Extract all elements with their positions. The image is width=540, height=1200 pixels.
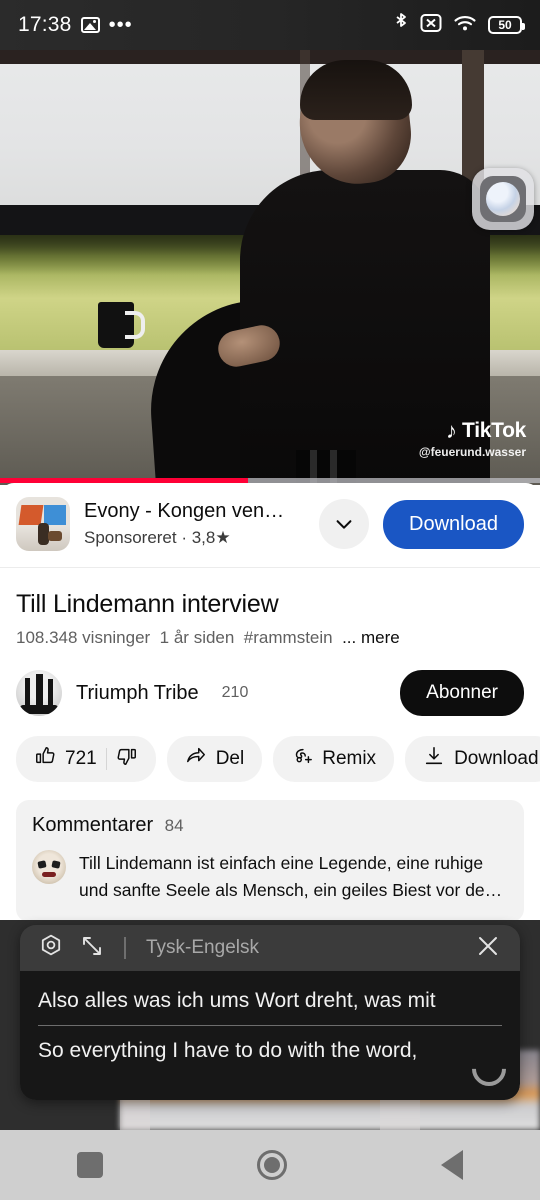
more-notifications-icon: •••: [108, 14, 133, 36]
download-icon: [423, 745, 445, 773]
no-sim-icon: [420, 13, 442, 38]
comments-title: Kommentarer: [32, 814, 154, 836]
home-circle-icon[interactable]: [257, 1150, 287, 1180]
video-scene-mug: [98, 302, 145, 348]
video-metadata[interactable]: 108.348 visninger 1 år siden #rammstein …: [0, 619, 540, 648]
share-label: Del: [215, 748, 245, 769]
download-label: Download: [454, 748, 539, 769]
ad-banner[interactable]: Evony - Kongen ven… Sponsoreret · 3,8★ D…: [0, 483, 540, 568]
upload-age: 1 år siden: [159, 628, 235, 647]
ad-title: Evony - Kongen ven…: [84, 500, 285, 522]
view-count: 108.348 visninger: [16, 628, 151, 647]
page-title[interactable]: Till Lindemann interview: [0, 568, 540, 619]
comments-header-row: Kommentarer 84: [32, 814, 508, 837]
subscribe-button[interactable]: Abonner: [400, 670, 524, 716]
channel-row[interactable]: Triumph Tribe 210 Abonner: [0, 648, 540, 716]
share-chip[interactable]: Del: [166, 736, 263, 782]
top-comment-row[interactable]: Till Lindemann ist einfach eine Legende,…: [32, 850, 508, 904]
subscriber-count: 210: [221, 684, 249, 701]
tiktok-brand-label: TikTok: [462, 419, 526, 442]
clock: 17:38: [18, 13, 72, 36]
tiktok-watermark: ♪ TikTok @feuerund.wasser: [419, 419, 526, 459]
status-bar-right: 50: [393, 12, 525, 39]
video-scene-ceiling: [0, 50, 540, 64]
video-player[interactable]: ♪ TikTok @feuerund.wasser: [0, 50, 540, 485]
phone-screen: 17:38 ••• 50 ♪ TikTok @feuerund.wasser E…: [0, 0, 540, 1200]
caption-separator: [38, 1025, 502, 1026]
tiktok-note-icon: ♪: [446, 418, 458, 443]
back-triangle-icon[interactable]: [441, 1150, 463, 1180]
hex-gear-icon[interactable]: [38, 933, 64, 964]
remix-icon: [291, 745, 313, 773]
assistant-bubble-inner: [480, 176, 526, 222]
caption-panel-tail: [20, 1082, 520, 1100]
status-bar: 17:38 ••• 50: [0, 0, 540, 50]
remix-chip[interactable]: Remix: [273, 736, 395, 782]
recents-square-icon[interactable]: [77, 1152, 103, 1178]
clown-avatar: [32, 850, 66, 884]
channel-avatar[interactable]: [16, 670, 62, 716]
assistant-bubble-icon[interactable]: [472, 168, 534, 230]
ad-download-button[interactable]: Download: [383, 499, 524, 549]
caption-panel-header: Tysk-Engelsk: [20, 925, 520, 971]
share-arrow-icon: [185, 745, 207, 773]
bluetooth-icon: [393, 12, 409, 39]
like-dislike-chip[interactable]: 721: [16, 736, 156, 782]
ad-text-block: Evony - Kongen ven… Sponsoreret · 3,8★: [84, 500, 305, 548]
top-comment-text: Till Lindemann ist einfach eine Legende,…: [79, 853, 503, 900]
caption-translation-overlay[interactable]: Tysk-Engelsk Also alles was ich ums Wort…: [20, 925, 520, 1100]
action-chips-row: 721 Del Remix Download: [0, 716, 540, 782]
expand-description-link[interactable]: ... mere: [342, 628, 400, 647]
caption-source-line: Also alles was ich ums Wort dreht, was m…: [38, 989, 436, 1012]
like-count: 721: [65, 748, 97, 769]
caption-language-label[interactable]: Tysk-Engelsk: [146, 937, 259, 959]
ad-subtitle: Sponsoreret · 3,8★: [84, 528, 231, 547]
image-icon: [80, 17, 100, 33]
channel-name[interactable]: Triumph Tribe: [76, 682, 199, 705]
thumbs-down-icon[interactable]: [116, 745, 138, 773]
battery-indicator: 50: [488, 16, 525, 34]
download-chip[interactable]: Download: [405, 736, 540, 782]
battery-level: 50: [498, 18, 512, 32]
thumbs-up-icon[interactable]: [34, 745, 56, 773]
comments-card[interactable]: Kommentarer 84 Till Lindemann ist einfac…: [16, 800, 524, 922]
close-icon[interactable]: [474, 932, 502, 965]
ad-app-icon: [16, 497, 70, 551]
video-scene-hair: [300, 60, 412, 120]
caption-header-divider: [124, 937, 126, 959]
remix-label: Remix: [322, 748, 377, 769]
caption-translated-line: So everything I have to do with the word…: [38, 1039, 418, 1062]
caption-panel-body: Also alles was ich ums Wort dreht, was m…: [20, 971, 520, 1094]
comments-count: 84: [164, 816, 184, 835]
status-bar-left: 17:38 •••: [18, 13, 133, 37]
caption-panel: Tysk-Engelsk Also alles was ich ums Wort…: [20, 925, 520, 1100]
expand-diagonal-icon[interactable]: [80, 934, 104, 963]
wifi6-icon: [453, 13, 477, 38]
chip-divider: [105, 748, 107, 770]
hashtag-rammstein[interactable]: #rammstein: [244, 628, 333, 647]
assistant-bubble-orb: [486, 182, 520, 216]
chevron-down-icon[interactable]: [319, 499, 370, 549]
tiktok-handle: @feuerund.wasser: [418, 445, 526, 459]
system-navigation-bar: [0, 1130, 540, 1200]
